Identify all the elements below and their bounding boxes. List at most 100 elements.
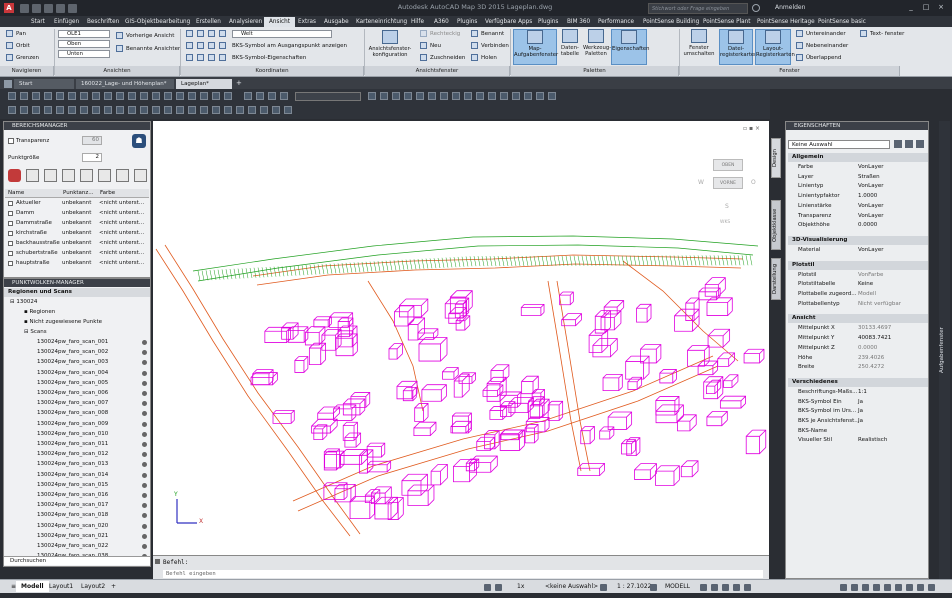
toolbar-icon[interactable] (8, 106, 16, 114)
property-value[interactable]: Realistisch (858, 437, 887, 443)
toolbar-icon[interactable] (268, 92, 276, 100)
tab-pointsense-basic[interactable]: PointSense basic (813, 17, 871, 27)
section-header[interactable]: Plotstil (788, 260, 928, 270)
visibility-icon[interactable] (142, 544, 147, 549)
ucs-object-icon[interactable] (186, 54, 193, 61)
toolbar-icon[interactable] (56, 106, 64, 114)
join-button[interactable]: Verbinden (481, 43, 509, 49)
orbit-icon[interactable] (6, 42, 13, 49)
status-icon[interactable] (711, 584, 718, 591)
ucs-world-icon[interactable] (197, 30, 204, 37)
property-value[interactable]: 0.0000 (858, 345, 877, 351)
toolbar-icon[interactable] (548, 92, 556, 100)
toolbar-combo[interactable] (295, 92, 361, 101)
tab-extras[interactable]: Extras (293, 17, 321, 27)
toolbar-icon[interactable] (32, 92, 40, 100)
toolbar-icon[interactable] (392, 92, 400, 100)
scan-item[interactable]: 130024pw_faro_scan_008 (37, 409, 108, 418)
tab-hilfe[interactable]: Hilfe (406, 17, 429, 27)
toggle-pickadd-icon[interactable] (894, 140, 902, 148)
scan-item[interactable]: 130024pw_faro_scan_004 (37, 369, 108, 378)
pan-icon[interactable] (6, 30, 13, 37)
ucs-icon-origin-button[interactable]: BKS-Symbol am Ausgangspunkt anzeigen (232, 43, 347, 49)
region-tool-icon[interactable] (8, 169, 21, 182)
property-value[interactable]: VonLayer (858, 213, 884, 219)
tab-objektklasse[interactable]: Objektklasse (771, 200, 781, 250)
toolbar-icon[interactable] (56, 92, 64, 100)
search-input[interactable]: Stichwort oder Frage eingeben (648, 3, 748, 14)
property-value[interactable]: VonLayer (858, 247, 884, 253)
toolbar-icon[interactable] (404, 92, 412, 100)
menu-icon[interactable]: ≡ (6, 581, 16, 592)
toolbar-icon[interactable] (464, 92, 472, 100)
scan-item[interactable]: 130024pw_faro_scan_014 (37, 471, 108, 480)
redo-icon[interactable] (68, 4, 77, 13)
visibility-icon[interactable] (142, 513, 147, 519)
previous-view-button[interactable]: Vorherige Ansicht (126, 33, 174, 39)
toolbar-icon[interactable] (152, 92, 160, 100)
toolbar-icon[interactable] (176, 106, 184, 114)
property-value[interactable]: 30133.4697 (858, 325, 891, 331)
new-viewport-button[interactable]: Neu (430, 43, 441, 49)
tab-start[interactable]: Start (26, 17, 50, 27)
toolbar-icon[interactable] (272, 106, 280, 114)
toolbar-icon[interactable] (92, 92, 100, 100)
property-value[interactable]: Ja (858, 399, 863, 405)
toolbar-icon[interactable] (440, 92, 448, 100)
data-table-button[interactable]: Daten- tabelle (559, 29, 581, 57)
ucs-z-icon[interactable] (208, 42, 215, 49)
toolbar-icon[interactable] (92, 106, 100, 114)
selection-dropdown[interactable]: Keine Auswahl (788, 140, 890, 149)
cascade-icon[interactable] (796, 54, 803, 61)
property-value[interactable]: 1.0000 (858, 193, 877, 199)
toolbar-icon[interactable] (260, 106, 268, 114)
file-tab-hoehenplan[interactable]: 160022_Lage- und Höhenplan* (76, 79, 174, 89)
visibility-icon[interactable] (142, 340, 147, 345)
toolbar-icon[interactable] (248, 106, 256, 114)
viewcube-wcs[interactable]: WKS (720, 220, 730, 225)
toolbar-icon[interactable] (200, 92, 208, 100)
toolbar-icon[interactable] (188, 92, 196, 100)
taskpane-sidebar[interactable]: Aufgabenfenster (939, 121, 950, 579)
toolbar-icon[interactable] (20, 106, 28, 114)
ucs-x-icon[interactable] (186, 42, 193, 49)
toolbar-icon[interactable] (224, 92, 232, 100)
cascade-button[interactable]: Überlappend (806, 55, 841, 61)
viewcube-south[interactable]: S (725, 203, 729, 210)
region-tool-icon[interactable] (44, 169, 57, 182)
viewcube-east[interactable]: O (751, 179, 756, 186)
toolbar-icon[interactable] (164, 106, 172, 114)
scan-item[interactable]: 130024pw_faro_scan_017 (37, 501, 108, 510)
login-button[interactable]: Anmelden (775, 4, 805, 11)
tile-horizontal-button[interactable]: Untereinander (806, 31, 846, 37)
region-cell[interactable]: Aktueller (16, 200, 41, 206)
visibility-icon[interactable] (142, 462, 147, 468)
tab-analysieren[interactable]: Analysieren (224, 17, 267, 27)
named-views-icon[interactable] (116, 45, 123, 52)
scan-item[interactable]: 130024pw_faro_scan_005 (37, 379, 108, 388)
minimize-icon[interactable]: _ (905, 3, 917, 13)
section-header[interactable]: Verschiedenes (788, 377, 928, 387)
point-size-input[interactable]: 2 (82, 153, 102, 162)
tab-performance[interactable]: Performance (593, 17, 639, 27)
tab-einfuegen[interactable]: Einfügen (49, 17, 84, 27)
ucs-combo[interactable]: Welt (232, 30, 332, 38)
named-viewport-icon[interactable] (471, 30, 478, 37)
col-name[interactable]: Name (8, 190, 24, 196)
region-tool-icon[interactable] (80, 169, 93, 182)
property-value[interactable]: VonLayer (858, 203, 884, 209)
search-icon[interactable] (752, 4, 760, 12)
property-value[interactable]: 1:1 (858, 389, 867, 395)
tab-design[interactable]: Design (771, 138, 781, 178)
tree-unassigned[interactable]: ▪ Nicht zugewiesene Punkte (24, 319, 102, 325)
property-value[interactable]: Ja (858, 408, 863, 414)
visibility-icon[interactable] (142, 380, 147, 386)
scan-item[interactable]: 130024pw_faro_scan_002 (37, 348, 108, 357)
visibility-icon[interactable] (142, 482, 147, 488)
region-cell[interactable]: Dammstraße (16, 220, 52, 226)
file-tab-lageplan[interactable]: Lageplan* (176, 79, 232, 89)
toolbar-icon[interactable] (80, 92, 88, 100)
visibility-icon[interactable] (142, 503, 147, 509)
property-value[interactable]: Ja (858, 418, 863, 424)
status-icon[interactable] (906, 584, 913, 591)
